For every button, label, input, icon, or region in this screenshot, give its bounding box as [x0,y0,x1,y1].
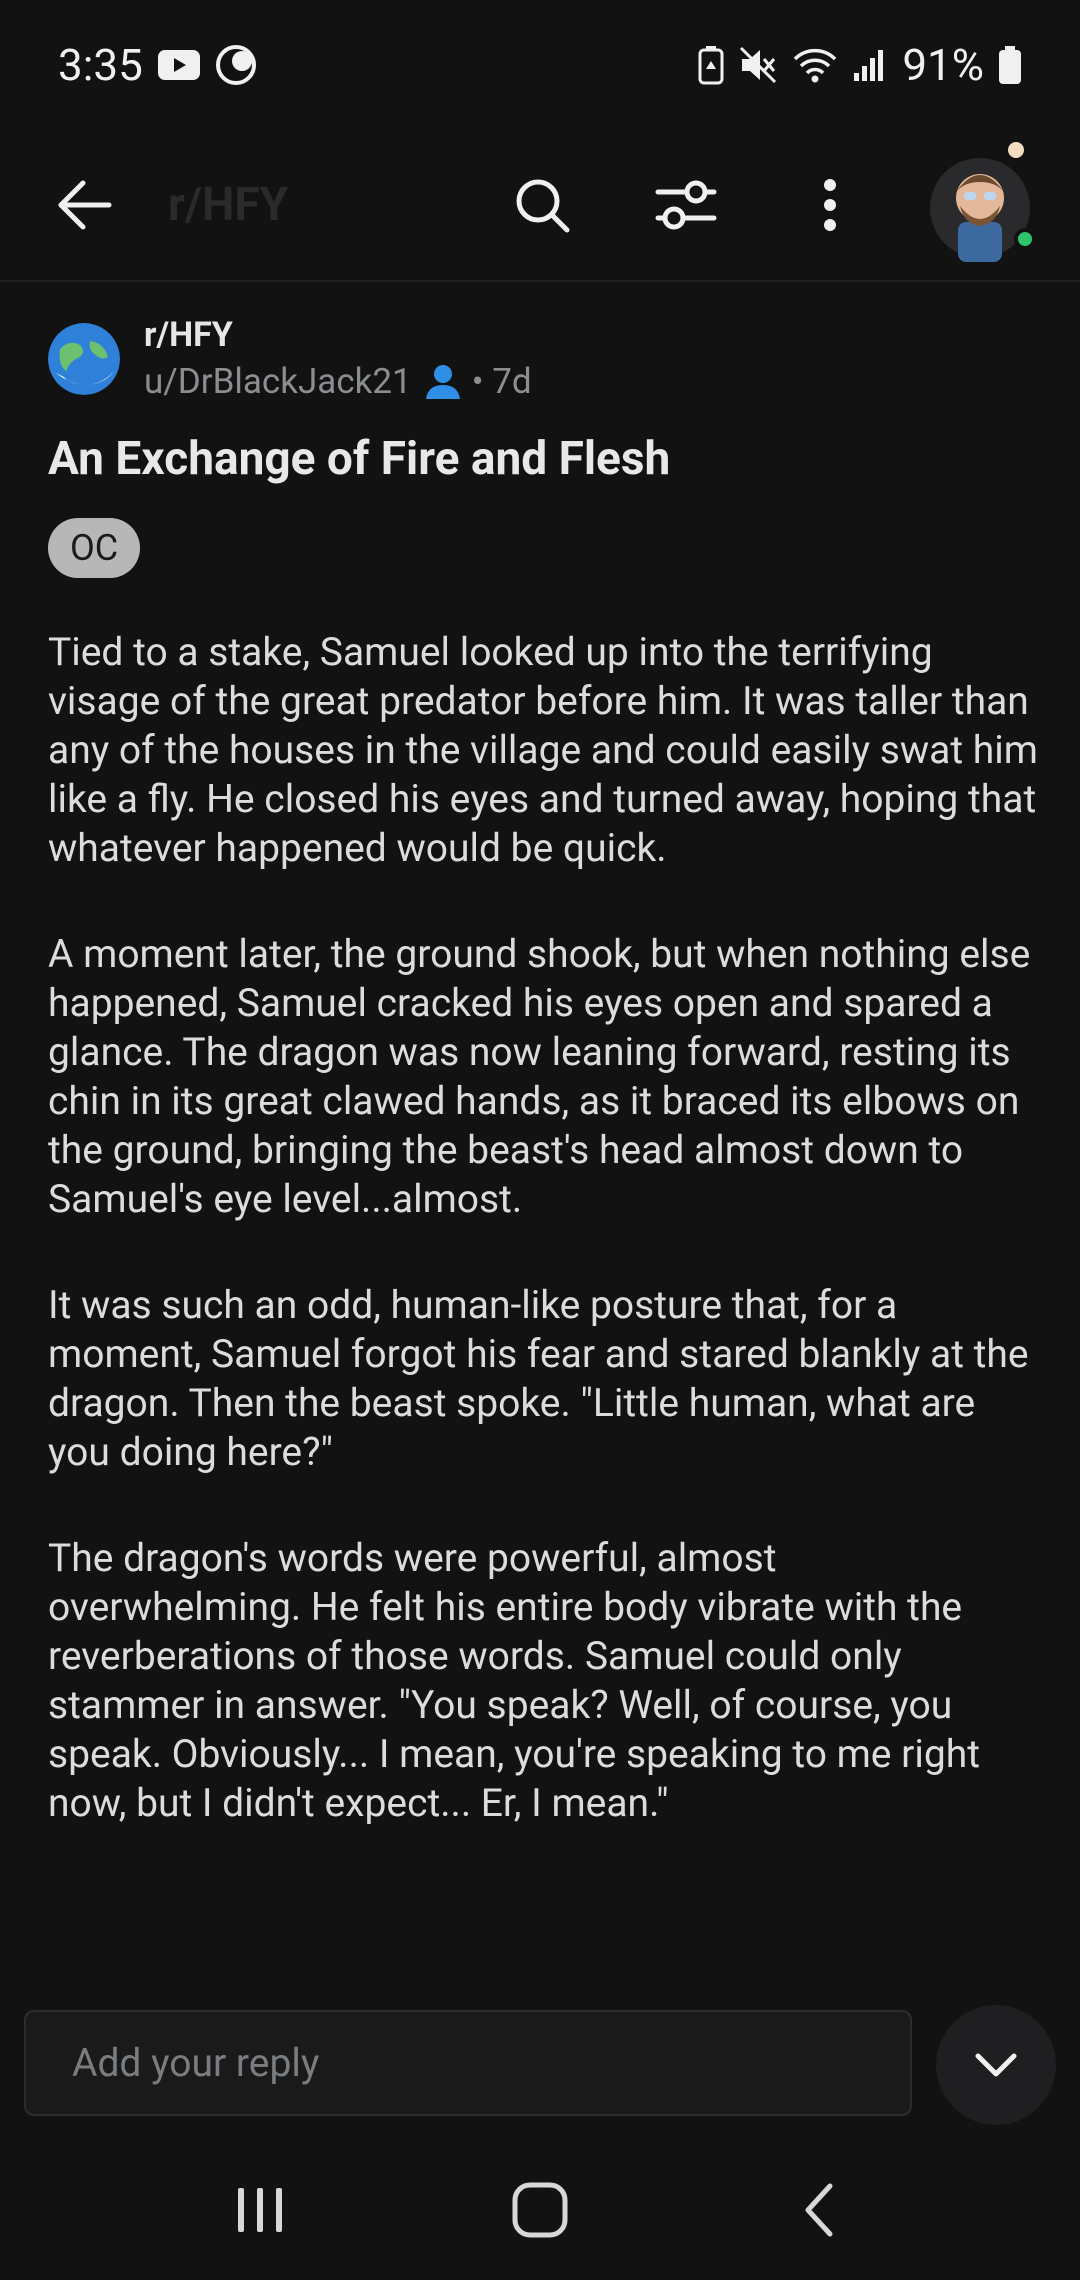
reply-input[interactable]: Add your reply [24,2010,912,2116]
system-nav-bar [0,2140,1080,2280]
app-bar-subreddit[interactable]: r/HFY [168,178,448,232]
online-status-dot [1014,228,1036,250]
user-badge-icon [424,364,462,400]
mute-icon [738,45,778,85]
status-time: 3:35 [58,39,143,91]
post-header: r/HFY u/DrBlackJack21 • 7d [48,315,532,402]
avatar-icon [930,142,1030,262]
user-avatar[interactable] [920,140,1040,270]
signal-icon [852,47,888,83]
wifi-icon [792,45,838,85]
filter-button[interactable] [636,155,736,255]
chevron-down-icon [975,2053,1017,2077]
search-icon [516,179,570,233]
app-bar: r/HFY [0,130,1080,282]
post-author-line: u/DrBlackJack21 • 7d [144,361,532,402]
post-flair[interactable]: OC [48,518,141,578]
search-button[interactable] [492,155,592,255]
post-paragraph: It was such an odd, human-like posture t… [48,1282,1029,1475]
crescent-icon [215,44,257,86]
more-options-button[interactable] [780,155,880,255]
status-right: 91% [698,39,1022,91]
post-paragraph: Tied to a stake, Samuel looked up into t… [48,629,1038,871]
post-body: Tied to a stake, Samuel looked up into t… [48,628,1038,1885]
post-paragraph: The dragon's words were powerful, almost… [48,1535,981,1826]
home-button[interactable] [480,2160,600,2260]
post-meta: r/HFY u/DrBlackJack21 • 7d [144,315,532,402]
nav-back-button[interactable] [760,2160,880,2260]
recents-button[interactable] [200,2160,320,2260]
home-icon [512,2182,568,2238]
status-left: 3:35 [58,39,257,91]
battery-saver-icon [698,45,724,85]
post-author[interactable]: u/DrBlackJack21 [144,361,412,402]
post-subreddit[interactable]: r/HFY [144,315,532,355]
back-icon [805,2183,833,2237]
recents-icon [238,2188,282,2232]
back-arrow-icon [58,180,112,230]
youtube-icon [157,49,201,81]
battery-percent: 91% [902,39,984,91]
scroll-down-button[interactable] [936,2005,1056,2125]
community-avatar[interactable] [48,322,120,395]
battery-icon [998,45,1022,85]
filter-icon [655,180,717,230]
post-paragraph: A moment later, the ground shook, but wh… [48,931,1031,1222]
globe-icon [48,322,120,395]
more-vert-icon [824,179,836,231]
post-title: An Exchange of Fire and Flesh [48,432,671,486]
status-bar: 3:35 91% [0,0,1080,130]
back-button[interactable] [40,160,130,250]
post-age: • 7d [471,361,532,402]
